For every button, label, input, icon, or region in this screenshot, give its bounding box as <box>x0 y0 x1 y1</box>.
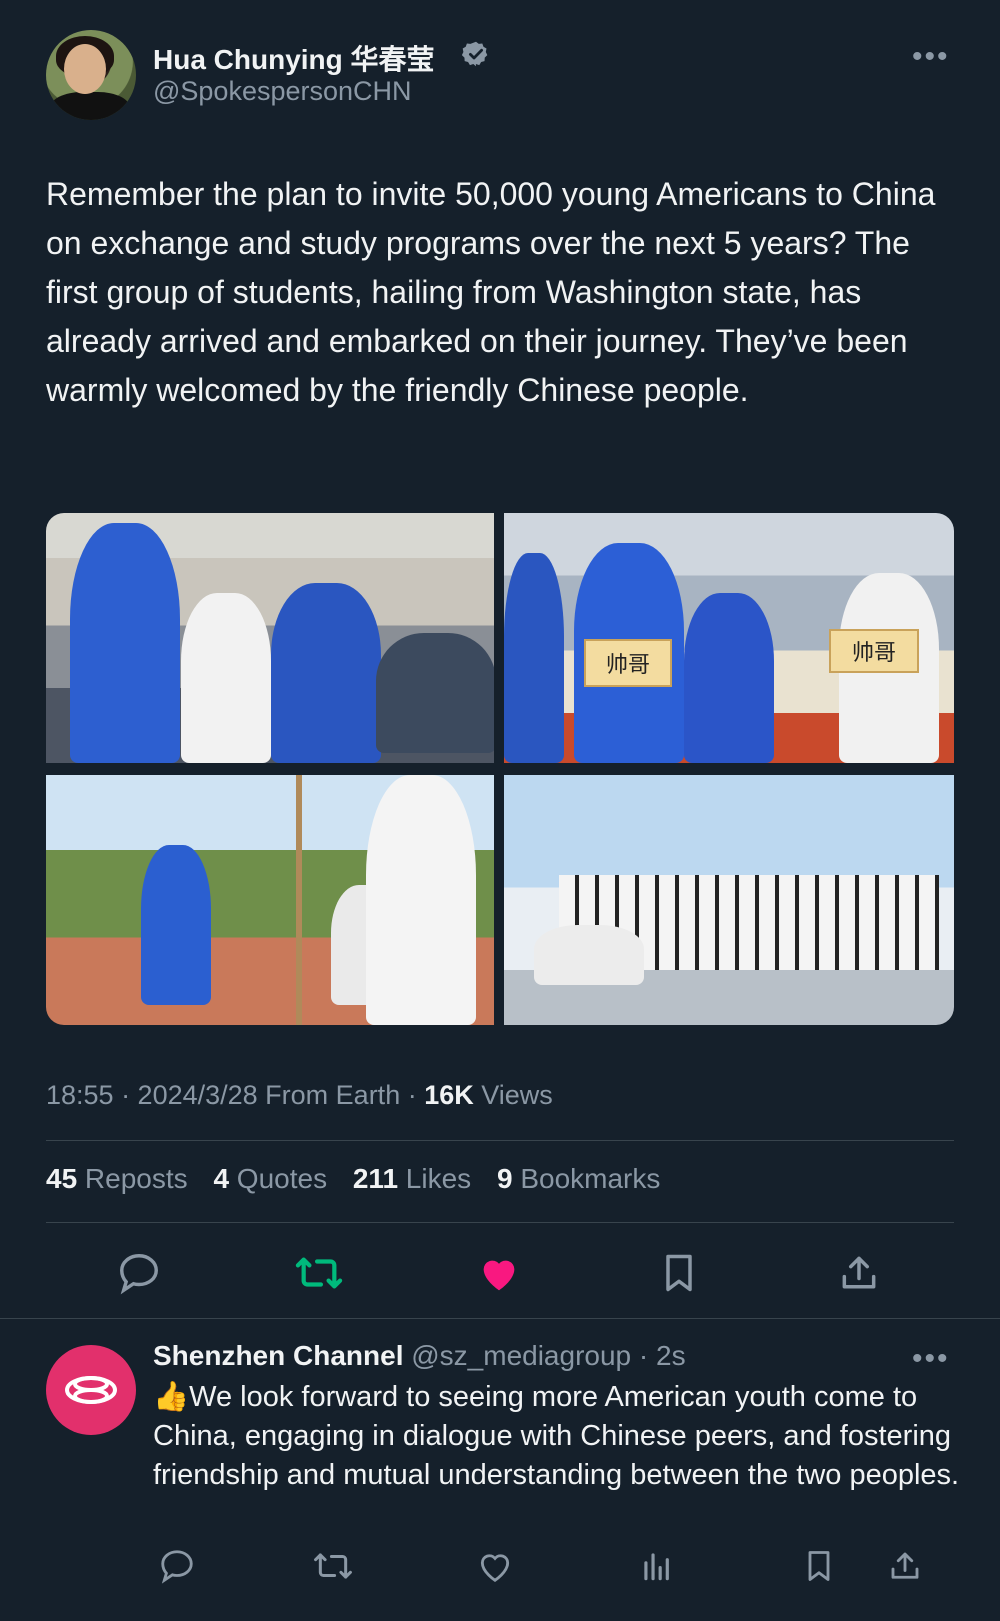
author-display-name[interactable]: Hua Chunying 华春莹 <box>153 38 435 78</box>
likes-stat[interactable]: 211 Likes <box>353 1163 471 1194</box>
bookmark-icon[interactable] <box>651 1245 707 1301</box>
reply-author-avatar[interactable] <box>46 1345 136 1435</box>
calligraphy-sign: 帅哥 <box>584 639 672 687</box>
share-icon[interactable] <box>882 1543 928 1589</box>
tweet-timestamp: 18:55 · 2024/3/28 From Earth · 16K Views <box>46 1080 553 1111</box>
tweet-media-grid: 帅哥 帅哥 <box>46 513 954 1025</box>
bookmarks-stat[interactable]: 9 Bookmarks <box>497 1163 660 1194</box>
photo-classroom[interactable] <box>46 513 494 763</box>
reply-icon[interactable] <box>154 1543 200 1589</box>
like-icon[interactable] <box>471 1245 527 1301</box>
divider <box>46 1140 954 1141</box>
calligraphy-sign: 帅哥 <box>829 629 919 673</box>
divider <box>0 1318 1000 1319</box>
engagement-stats: 45 Reposts 4 Quotes 211 Likes 9 Bookmark… <box>46 1163 678 1195</box>
author-handle[interactable]: @SpokespersonCHN <box>153 76 412 107</box>
repost-icon[interactable] <box>291 1245 347 1301</box>
views-icon[interactable] <box>634 1543 680 1589</box>
like-icon[interactable] <box>472 1543 518 1589</box>
verified-badge-icon <box>462 41 488 67</box>
photo-calligraphy[interactable]: 帅哥 帅哥 <box>504 513 954 763</box>
reply-action-bar <box>150 1543 960 1593</box>
tweet-text: Remember the plan to invite 50,000 young… <box>46 176 936 408</box>
more-icon[interactable]: ••• <box>912 1342 950 1376</box>
photo-tree-planting[interactable] <box>46 775 494 1025</box>
views-count: 16K <box>424 1080 474 1110</box>
reply-handle-time[interactable]: @sz_mediagroup · 2s <box>403 1340 685 1371</box>
views-label: Views <box>473 1080 553 1110</box>
share-icon[interactable] <box>831 1245 887 1301</box>
reply-author-name[interactable]: Shenzhen Channel <box>153 1340 403 1371</box>
more-icon[interactable]: ••• <box>912 40 950 74</box>
divider <box>46 1222 954 1223</box>
tweet-action-bar <box>46 1245 954 1305</box>
photo-group[interactable] <box>504 775 954 1025</box>
reply-icon[interactable] <box>111 1245 167 1301</box>
quotes-stat[interactable]: 4 Quotes <box>213 1163 327 1194</box>
reply-text: 👍We look forward to seeing more American… <box>153 1381 960 1491</box>
time-date-source: 18:55 · 2024/3/28 From Earth · <box>46 1080 425 1110</box>
reposts-stat[interactable]: 45 Reposts <box>46 1163 188 1194</box>
author-avatar[interactable] <box>46 30 136 120</box>
reply-header: Shenzhen Channel @sz_mediagroup · 2s <box>153 1340 686 1372</box>
repost-icon[interactable] <box>310 1543 356 1589</box>
bookmark-icon[interactable] <box>796 1543 842 1589</box>
